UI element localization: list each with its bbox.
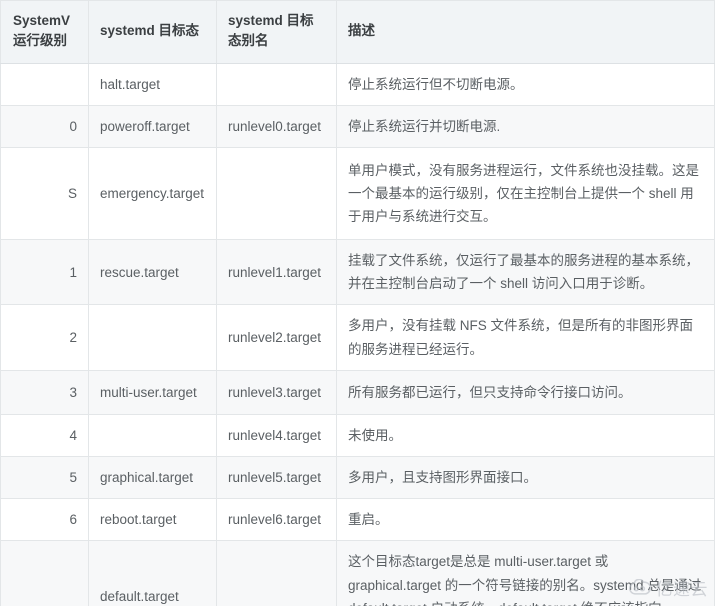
table-row: 0 poweroff.target runlevel0.target 停止系统运… bbox=[0, 104, 715, 148]
cell-alias: runlevel1.target bbox=[216, 238, 337, 306]
systemv-systemd-runlevel-table: SystemV 运行级别 systemd 目标态 systemd 目标态别名 描… bbox=[0, 0, 715, 606]
cell-description: 停止系统运行并切断电源. bbox=[336, 104, 715, 148]
column-header-runlevel: SystemV 运行级别 bbox=[0, 0, 89, 64]
header-row: SystemV 运行级别 systemd 目标态 systemd 目标态别名 描… bbox=[0, 0, 715, 64]
table-row: default.target 这个目标态target是总是 multi-user… bbox=[0, 540, 715, 606]
cell-alias: runlevel5.target bbox=[216, 456, 337, 500]
cell-runlevel: 3 bbox=[0, 369, 89, 415]
table-row: 1 rescue.target runlevel1.target 挂载了文件系统… bbox=[0, 238, 715, 306]
table-header: SystemV 运行级别 systemd 目标态 systemd 目标态别名 描… bbox=[0, 0, 715, 64]
cell-target: rescue.target bbox=[88, 238, 217, 306]
cell-runlevel: S bbox=[0, 146, 89, 240]
table-row: 5 graphical.target runlevel5.target 多用户，… bbox=[0, 456, 715, 500]
runlevel-table-container: SystemV 运行级别 systemd 目标态 systemd 目标态别名 描… bbox=[0, 0, 716, 606]
column-header-alias: systemd 目标态别名 bbox=[216, 0, 337, 64]
cell-alias: runlevel3.target bbox=[216, 369, 337, 415]
cell-alias bbox=[216, 62, 337, 106]
table-row: 2 runlevel2.target 多用户，没有挂载 NFS 文件系统，但是所… bbox=[0, 304, 715, 371]
cell-description: 未使用。 bbox=[336, 413, 715, 458]
table-row: 6 reboot.target runlevel6.target 重启。 bbox=[0, 498, 715, 542]
cell-runlevel: 2 bbox=[0, 304, 89, 371]
table-body: halt.target 停止系统运行但不切断电源。 0 poweroff.tar… bbox=[0, 62, 715, 606]
table-row: 4 runlevel4.target 未使用。 bbox=[0, 413, 715, 458]
cell-description: 重启。 bbox=[336, 498, 715, 542]
cell-runlevel: 5 bbox=[0, 456, 89, 500]
cell-target bbox=[88, 304, 217, 371]
cell-alias: runlevel4.target bbox=[216, 413, 337, 458]
cell-runlevel: 6 bbox=[0, 498, 89, 542]
cell-alias bbox=[216, 146, 337, 240]
cell-runlevel: 0 bbox=[0, 104, 89, 148]
table-row: 3 multi-user.target runlevel3.target 所有服… bbox=[0, 369, 715, 415]
cell-description: 所有服务都已运行，但只支持命令行接口访问。 bbox=[336, 369, 715, 415]
cell-target: halt.target bbox=[88, 62, 217, 106]
cell-target: reboot.target bbox=[88, 498, 217, 542]
cell-target: poweroff.target bbox=[88, 104, 217, 148]
cell-alias: runlevel2.target bbox=[216, 304, 337, 371]
cell-description: 挂载了文件系统，仅运行了最基本的服务进程的基本系统，并在主控制台启动了一个 sh… bbox=[336, 238, 715, 306]
cell-description: 多用户，且支持图形界面接口。 bbox=[336, 456, 715, 500]
cell-alias: runlevel0.target bbox=[216, 104, 337, 148]
column-header-description: 描述 bbox=[336, 0, 715, 64]
cell-target: emergency.target bbox=[88, 146, 217, 240]
cell-target: multi-user.target bbox=[88, 369, 217, 415]
cell-description: 这个目标态target是总是 multi-user.target 或 graph… bbox=[336, 540, 715, 606]
cell-target: default.target bbox=[88, 540, 217, 606]
table-row: S emergency.target 单用户模式，没有服务进程运行，文件系统也没… bbox=[0, 146, 715, 240]
cell-runlevel bbox=[0, 62, 89, 106]
cell-description: 单用户模式，没有服务进程运行，文件系统也没挂载。这是一个最基本的运行级别，仅在主… bbox=[336, 146, 715, 240]
cell-alias bbox=[216, 540, 337, 606]
cell-description: 多用户，没有挂载 NFS 文件系统，但是所有的非图形界面的服务进程已经运行。 bbox=[336, 304, 715, 371]
cell-alias: runlevel6.target bbox=[216, 498, 337, 542]
cell-target: graphical.target bbox=[88, 456, 217, 500]
table-row: halt.target 停止系统运行但不切断电源。 bbox=[0, 62, 715, 106]
cell-runlevel: 1 bbox=[0, 238, 89, 306]
column-header-target: systemd 目标态 bbox=[88, 0, 217, 64]
cell-description: 停止系统运行但不切断电源。 bbox=[336, 62, 715, 106]
cell-runlevel: 4 bbox=[0, 413, 89, 458]
cell-runlevel bbox=[0, 540, 89, 606]
cell-target bbox=[88, 413, 217, 458]
